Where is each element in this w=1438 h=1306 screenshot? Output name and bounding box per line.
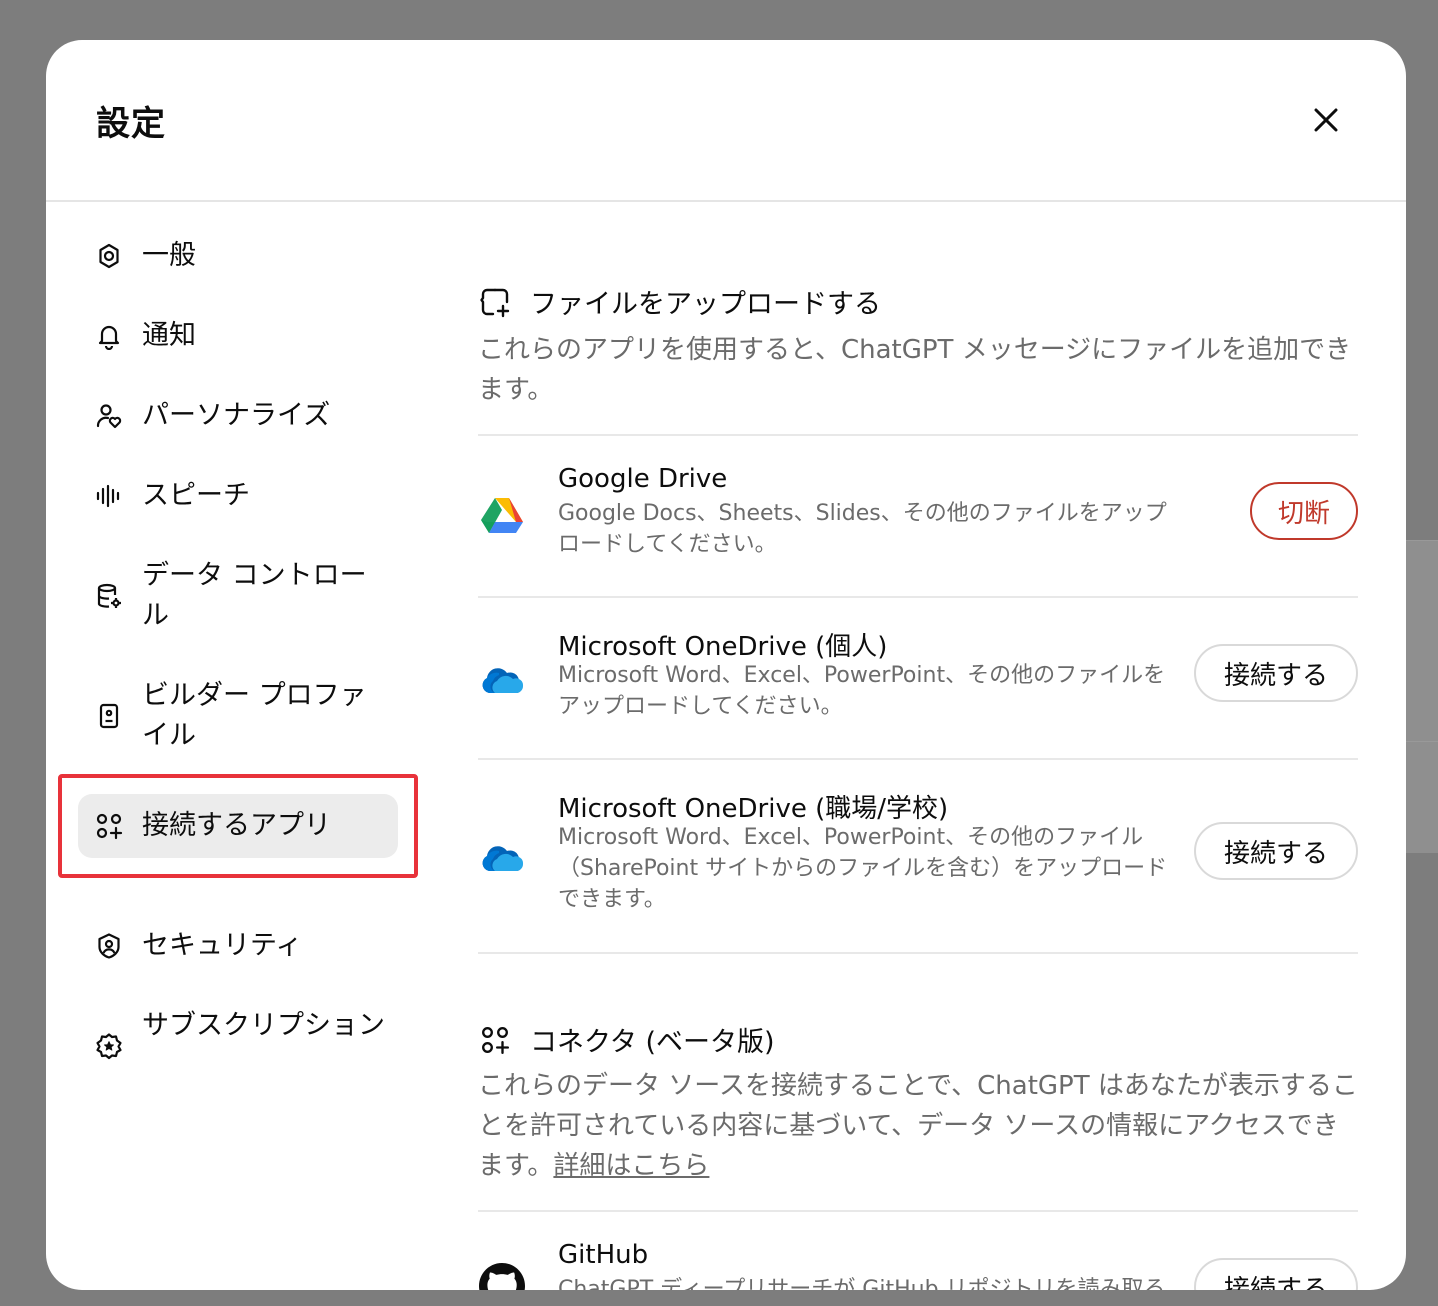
sidebar-item-label: 一般 [142, 240, 196, 271]
sidebar-item-label: データ コントロール [142, 560, 367, 631]
sidebar-item-personalize[interactable]: パーソナライズ [78, 386, 398, 446]
connect-button[interactable]: 接続する [1194, 822, 1358, 880]
github-icon [478, 1262, 526, 1290]
connect-button[interactable]: 接続する [1194, 644, 1358, 702]
learn-more-link[interactable]: 詳細はこちら [553, 1151, 709, 1181]
app-row-google-drive: Google Drive Google Docs、Sheets、Slides、そ… [478, 436, 1358, 596]
sidebar-item-subscription[interactable]: サブスクリプション [78, 996, 398, 1096]
sidebar-item-builder-profile[interactable]: ビルダー プロファイル [78, 666, 398, 766]
bell-icon [94, 321, 124, 351]
person-heart-icon [94, 401, 124, 431]
id-card-icon [94, 701, 124, 731]
section-description: これらのアプリを使用すると、ChatGPT メッセージにファイルを追加できます。 [478, 335, 1352, 405]
app-name: Microsoft OneDrive (個人) [558, 632, 888, 662]
modal-title: 設定 [96, 104, 166, 144]
sidebar-item-speech[interactable]: スピーチ [78, 466, 398, 526]
connectors-section-header: コネクタ (ベータ版) [478, 1020, 775, 1059]
waveform-icon [94, 481, 124, 511]
app-name: Microsoft OneDrive (職場/学校) [558, 794, 949, 824]
sidebar-item-connected-apps[interactable]: 接続するアプリ [78, 794, 398, 858]
sidebar-item-label: 接続するアプリ [142, 810, 331, 841]
app-name: Google Drive [558, 464, 728, 494]
divider [478, 952, 1358, 954]
background-panel [1406, 540, 1438, 853]
google-drive-icon [478, 492, 526, 540]
shield-user-icon [94, 931, 124, 961]
upload-section-header: ファイルをアップロードする [478, 282, 881, 321]
connect-button[interactable]: 接続する [1194, 1258, 1358, 1290]
sidebar-item-label: サブスクリプション [142, 1010, 385, 1041]
onedrive-icon [478, 656, 526, 704]
modal-header: 設定 [46, 40, 1406, 202]
section-title: ファイルをアップロードする [530, 289, 881, 320]
app-description: ChatGPT ディープリサーチが GitHub リポジトリを読み取ることができ… [558, 1277, 1166, 1290]
section-description: これらのデータ ソースを接続することで、ChatGPT はあなたが表示することを… [478, 1066, 1358, 1186]
onedrive-icon [478, 834, 526, 882]
sidebar-item-security[interactable]: セキュリティ [78, 916, 398, 976]
apps-plus-icon [478, 1023, 512, 1057]
sidebar-item-label: セキュリティ [142, 930, 303, 961]
sidebar-item-label: 通知 [142, 320, 196, 351]
section-title: コネクタ (ベータ版) [530, 1027, 775, 1058]
app-row-onedrive-work: Microsoft OneDrive (職場/学校) Microsoft Wor… [478, 760, 1358, 952]
close-button[interactable] [1304, 98, 1348, 142]
app-description: Microsoft Word、Excel、PowerPoint、その他のファイル… [558, 663, 1166, 719]
settings-modal: 設定 一般 通知 パーソナライズ スピーチ データ コントロール ビルダー プロ… [46, 40, 1406, 1290]
disconnect-button[interactable]: 切断 [1250, 482, 1358, 540]
gear-icon [94, 241, 124, 271]
app-name: GitHub [558, 1240, 649, 1270]
sidebar-item-label: パーソナライズ [142, 400, 331, 431]
app-description: Google Docs、Sheets、Slides、その他のファイルをアップロー… [558, 501, 1167, 557]
sidebar-item-label: スピーチ [142, 480, 250, 511]
database-gear-icon [94, 581, 124, 611]
app-row-github: GitHub ChatGPT ディープリサーチが GitHub リポジトリを読み… [478, 1212, 1358, 1290]
sidebar-item-label: ビルダー プロファイル [142, 680, 367, 751]
sidebar-item-notifications[interactable]: 通知 [78, 306, 398, 366]
close-icon [1314, 108, 1338, 132]
file-upload-icon [478, 285, 512, 319]
connected-apps-panel: ファイルをアップロードする これらのアプリを使用すると、ChatGPT メッセー… [478, 240, 1358, 1290]
sidebar-item-general[interactable]: 一般 [78, 226, 398, 286]
apps-plus-icon [94, 811, 124, 841]
app-description: Microsoft Word、Excel、PowerPoint、その他のファイル… [558, 825, 1168, 912]
app-row-onedrive-personal: Microsoft OneDrive (個人) Microsoft Word、E… [478, 598, 1358, 758]
badge-star-icon [94, 1031, 124, 1061]
sidebar-item-data-controls[interactable]: データ コントロール [78, 546, 398, 646]
